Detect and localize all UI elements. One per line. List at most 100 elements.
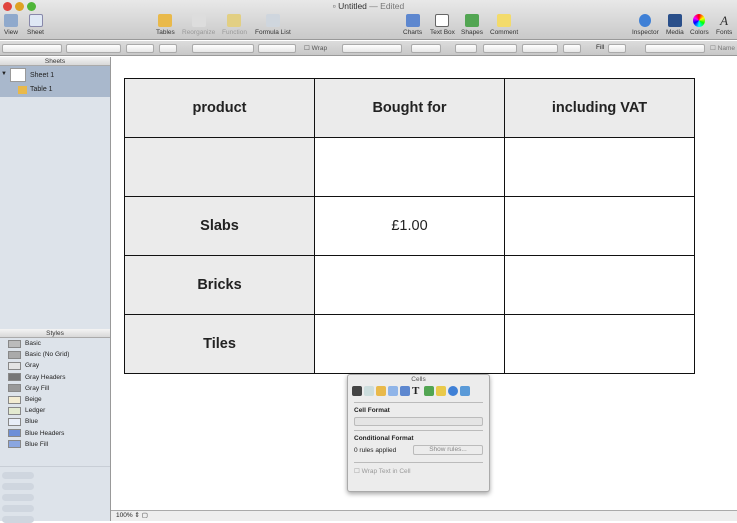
- comment-icon: [497, 14, 512, 27]
- alignment-buttons[interactable]: [192, 44, 254, 53]
- table-cell[interactable]: [314, 314, 505, 374]
- number-format-buttons[interactable]: [342, 44, 402, 53]
- style-item[interactable]: Gray Headers: [0, 372, 110, 383]
- disabled-button[interactable]: [2, 482, 34, 490]
- style-item[interactable]: Blue Headers: [0, 428, 110, 439]
- table-cell[interactable]: [314, 255, 505, 315]
- font-select[interactable]: [66, 44, 121, 53]
- border-style-select[interactable]: [483, 44, 517, 53]
- table-tab-icon[interactable]: [376, 386, 386, 396]
- tables-button[interactable]: Tables: [156, 14, 175, 36]
- header-cell[interactable]: including VAT: [504, 78, 695, 138]
- text-tab-icon[interactable]: T: [412, 386, 422, 397]
- fill-color-well[interactable]: [608, 44, 626, 53]
- style-swatch-icon: [8, 417, 21, 426]
- page-view-icon[interactable]: ▢: [142, 512, 148, 519]
- style-swatch-icon: [8, 440, 21, 449]
- table-cell[interactable]: [124, 137, 315, 197]
- cell-format-select[interactable]: [354, 417, 483, 426]
- style-item[interactable]: Basic: [0, 338, 110, 349]
- style-item[interactable]: Blue: [0, 416, 110, 427]
- table-cell[interactable]: £1.00: [314, 196, 505, 256]
- graphic-tab-icon[interactable]: [424, 386, 434, 396]
- text-color-well[interactable]: [159, 44, 177, 53]
- table-cell[interactable]: [504, 137, 695, 197]
- wrap-checkbox[interactable]: ☐ Wrap: [304, 44, 327, 52]
- style-label: Blue Headers: [25, 429, 65, 437]
- colors-button[interactable]: Colors: [690, 14, 709, 36]
- border-width-select[interactable]: [522, 44, 558, 53]
- name-checkbox[interactable]: ☐ Name: [710, 44, 735, 52]
- disabled-button[interactable]: [2, 471, 34, 479]
- cell-format-label: Cell Format: [354, 407, 390, 414]
- table-row: Tiles: [124, 314, 695, 374]
- disabled-button[interactable]: [2, 515, 34, 523]
- style-item[interactable]: Blue Fill: [0, 439, 110, 450]
- table-cell[interactable]: Slabs: [124, 196, 315, 256]
- chart-tab-icon[interactable]: [400, 386, 410, 396]
- style-label: Gray: [25, 362, 40, 370]
- style-select[interactable]: [2, 44, 62, 53]
- border-select[interactable]: [455, 44, 477, 53]
- reorganize-button[interactable]: Reorganize: [182, 14, 215, 36]
- function-button[interactable]: Function: [222, 14, 247, 36]
- cells-tab-icon[interactable]: [388, 386, 398, 396]
- table-item[interactable]: Table 1: [30, 86, 53, 93]
- table-cell[interactable]: [504, 196, 695, 256]
- font-size-select[interactable]: [126, 44, 154, 53]
- sheet-tab-icon[interactable]: [364, 386, 374, 396]
- formula-list-button[interactable]: Formula List: [255, 14, 291, 36]
- border-color-well[interactable]: [563, 44, 581, 53]
- decimals-buttons[interactable]: [411, 44, 441, 53]
- header-buttons[interactable]: [645, 44, 705, 53]
- wrap-text-label: Wrap Text in Cell: [361, 468, 411, 475]
- style-swatch-icon: [8, 373, 21, 382]
- wrap-text-checkbox[interactable]: ☐ Wrap Text in Cell: [348, 467, 489, 475]
- sheet-item[interactable]: ▼ Sheet 1 Table 1: [0, 66, 110, 97]
- style-label: Ledger: [25, 407, 46, 415]
- show-rules-button[interactable]: Show rules...: [413, 445, 483, 455]
- format-bar: ☐ Wrap Fill ☐ Name: [0, 41, 737, 56]
- table-cell[interactable]: [504, 314, 695, 374]
- table-cell[interactable]: Tiles: [124, 314, 315, 374]
- style-label: Blue: [25, 418, 39, 426]
- tables-icon: [158, 14, 173, 27]
- sidebar: Sheets ▼ Sheet 1 Table 1 Styles Basic Bas…: [0, 57, 111, 523]
- document-tab-icon[interactable]: [352, 386, 362, 396]
- style-label: Gray Headers: [25, 373, 66, 381]
- table-cell[interactable]: [314, 137, 505, 197]
- inspector-title: Cells: [411, 376, 426, 383]
- style-item[interactable]: Gray Fill: [0, 383, 110, 394]
- fonts-button[interactable]: A Fonts: [716, 14, 732, 36]
- charts-button[interactable]: Charts: [403, 14, 422, 36]
- text-box-button[interactable]: Text Box: [430, 14, 455, 36]
- style-swatch-icon: [8, 429, 21, 438]
- comment-button[interactable]: Comment: [490, 14, 518, 36]
- table-row: [124, 137, 695, 197]
- table-cell[interactable]: Bricks: [124, 255, 315, 315]
- media-button[interactable]: Media: [666, 14, 684, 36]
- style-item[interactable]: Ledger: [0, 405, 110, 416]
- style-item[interactable]: Basic (No Grid): [0, 349, 110, 360]
- header-cell[interactable]: Bought for: [314, 78, 505, 138]
- disabled-button[interactable]: [2, 493, 34, 501]
- window-title: ▫ Untitled — Edited: [332, 1, 405, 11]
- hyperlink-tab-icon[interactable]: [448, 386, 458, 396]
- shapes-button[interactable]: Shapes: [461, 14, 483, 36]
- style-item[interactable]: Gray: [0, 360, 110, 371]
- sheet-button[interactable]: Sheet: [27, 14, 44, 36]
- metrics-tab-icon[interactable]: [436, 386, 446, 396]
- text-box-icon: [435, 14, 450, 27]
- inspector-button[interactable]: Inspector: [632, 14, 659, 36]
- view-icon: [4, 14, 18, 27]
- sheets-pane: ▼ Sheet 1 Table 1: [0, 66, 110, 329]
- view-button[interactable]: View: [4, 14, 18, 36]
- table-cell[interactable]: [504, 255, 695, 315]
- header-cell[interactable]: product: [124, 78, 315, 138]
- quicktime-tab-icon[interactable]: [460, 386, 470, 396]
- disabled-button[interactable]: [2, 504, 34, 512]
- zoom-select[interactable]: 100% ⇕: [116, 512, 140, 519]
- style-item[interactable]: Beige: [0, 394, 110, 405]
- vertical-alignment-buttons[interactable]: [258, 44, 296, 53]
- fill-label: Fill: [596, 44, 605, 51]
